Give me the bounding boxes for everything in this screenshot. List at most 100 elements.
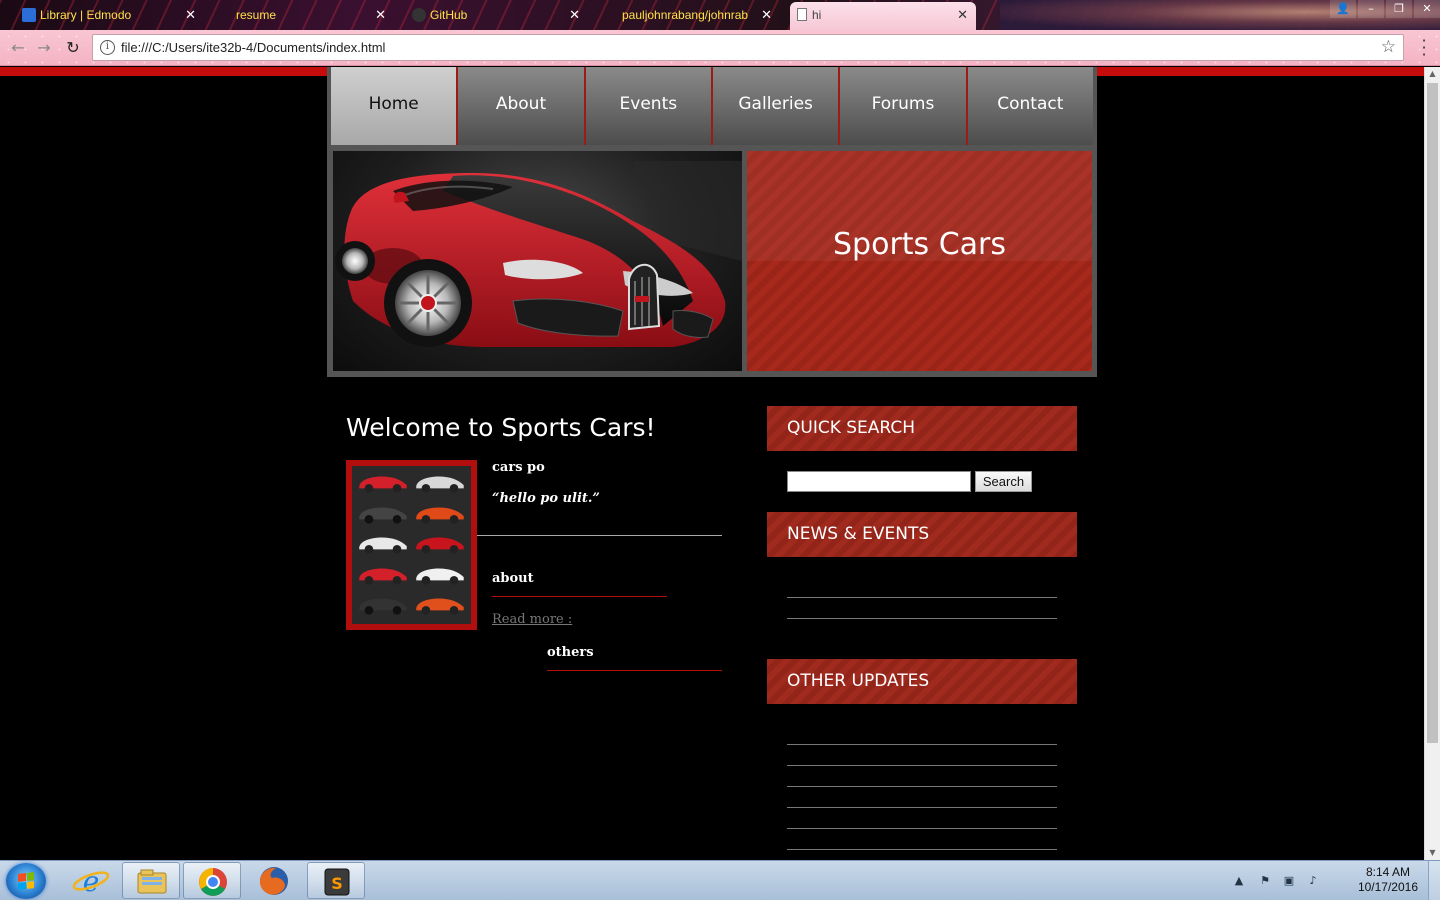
tab-github-repo[interactable]: pauljohnrabang/johnrab ✕ (600, 2, 780, 30)
show-desktop-button[interactable] (1428, 861, 1440, 900)
banner-car-image (333, 151, 742, 371)
page-favicon-icon (797, 8, 807, 21)
internet-explorer-icon[interactable]: e (62, 862, 120, 899)
web-page: Home About Events Galleries Forums Conta… (0, 67, 1424, 860)
browser-menu-icon[interactable]: · · · (1420, 33, 1428, 63)
close-window-icon[interactable]: ✕ (1414, 0, 1440, 18)
scroll-up-arrow-icon[interactable]: ▲ (1425, 67, 1440, 81)
search-input[interactable] (787, 471, 971, 492)
car-thumbnail (359, 476, 407, 493)
tab-resume[interactable]: resume ✕ (214, 2, 394, 30)
banner-title-panel: Sports Cars (747, 151, 1092, 371)
car-thumbnail (359, 568, 407, 585)
main-nav: Home About Events Galleries Forums Conta… (327, 67, 1097, 147)
windows-logo-icon (18, 872, 34, 890)
github-favicon-icon (412, 8, 426, 22)
updates-divider (787, 849, 1057, 850)
tab-title: resume (236, 8, 277, 22)
tab-title: GitHub (430, 8, 468, 22)
close-tab-icon[interactable]: ✕ (185, 2, 196, 28)
other-updates-heading: OTHER UPDATES (767, 659, 1077, 704)
tab-title: hi (812, 8, 822, 22)
post-thumbnail (346, 460, 477, 630)
user-icon[interactable]: 👤 (1330, 0, 1356, 18)
nav-galleries[interactable]: Galleries (712, 67, 841, 145)
close-tab-icon[interactable]: ✕ (761, 2, 772, 28)
welcome-heading: Welcome to Sports Cars! (346, 413, 656, 442)
start-button[interactable] (6, 863, 46, 899)
updates-divider (787, 786, 1057, 787)
forward-arrow-icon[interactable]: → (34, 38, 54, 58)
browser-tab-strip: Library | Edmodo ✕ resume ✕ GitHub ✕ pau… (0, 0, 1440, 30)
file-explorer-icon[interactable] (122, 862, 180, 899)
updates-divider (787, 765, 1057, 766)
post-title: cars po (492, 460, 545, 475)
firefox-icon[interactable] (245, 862, 303, 899)
car-collage (352, 466, 471, 624)
close-tab-icon[interactable]: ✕ (957, 2, 968, 28)
edmodo-favicon-icon (22, 8, 36, 22)
sublime-text-icon[interactable]: S (307, 862, 365, 899)
tab-title: pauljohnrabang/johnrab (622, 8, 749, 22)
nav-home[interactable]: Home (331, 67, 459, 145)
reload-icon[interactable]: ↻ (63, 38, 83, 58)
action-center-flag-icon[interactable]: ⚑ (1258, 874, 1272, 888)
tab-edmodo[interactable]: Library | Edmodo ✕ (18, 2, 204, 30)
tab-hi[interactable]: hi ✕ (790, 2, 976, 30)
banner-title: Sports Cars (833, 227, 1006, 262)
close-tab-icon[interactable]: ✕ (569, 2, 580, 28)
chrome-icon[interactable] (183, 862, 241, 899)
restore-icon[interactable]: ❐ (1386, 0, 1412, 18)
minimize-icon[interactable]: – (1358, 0, 1384, 18)
network-icon[interactable]: ▣ (1282, 874, 1296, 888)
updates-divider (787, 744, 1057, 745)
car-thumbnail (416, 598, 464, 616)
show-hidden-icons-icon[interactable]: ▲ (1232, 874, 1246, 888)
nav-about[interactable]: About (458, 67, 586, 145)
car-thumbnail (359, 537, 407, 554)
car-thumbnail (359, 507, 407, 524)
bookmark-star-icon[interactable]: ☆ (1381, 37, 1396, 57)
updates-divider (787, 828, 1057, 829)
post-quote: “hello po ulit.” (492, 491, 600, 506)
news-events-heading: NEWS & EVENTS (767, 512, 1077, 557)
car-thumbnail (416, 537, 464, 554)
scrollbar-thumb[interactable] (1427, 83, 1438, 743)
updates-divider (787, 807, 1057, 808)
browser-toolbar: ← → ↻ i file:///C:/Users/ite32b-4/Docume… (0, 30, 1440, 66)
nav-contact[interactable]: Contact (967, 67, 1093, 145)
car-thumbnail (416, 568, 464, 585)
taskbar-clock[interactable]: 8:14 AM 10/17/2016 (1358, 865, 1418, 895)
news-divider (787, 618, 1057, 619)
car-thumbnail (359, 598, 407, 616)
nav-events[interactable]: Events (585, 67, 713, 145)
read-more-link[interactable]: Read more : (492, 612, 572, 627)
info-icon[interactable]: i (100, 40, 115, 55)
post-divider (477, 535, 722, 536)
car-thumbnail (416, 507, 464, 524)
nav-forums[interactable]: Forums (840, 67, 968, 145)
volume-muted-icon[interactable]: ♪ (1306, 874, 1320, 888)
news-divider (787, 597, 1057, 598)
address-bar[interactable]: i file:///C:/Users/ite32b-4/Documents/in… (92, 34, 1404, 61)
banner: Sports Cars (327, 147, 1097, 377)
others-heading: others (547, 645, 594, 660)
close-tab-icon[interactable]: ✕ (375, 2, 386, 28)
search-button[interactable]: Search (975, 471, 1032, 492)
back-arrow-icon[interactable]: ← (8, 38, 28, 58)
address-url[interactable]: file:///C:/Users/ite32b-4/Documents/inde… (121, 40, 385, 55)
clock-time: 8:14 AM (1365, 865, 1410, 879)
others-underline (547, 670, 722, 671)
quick-search-heading: QUICK SEARCH (767, 406, 1077, 451)
tab-github[interactable]: GitHub ✕ (408, 2, 588, 30)
svg-text:e: e (83, 865, 100, 898)
svg-text:S: S (331, 874, 343, 893)
windows-taskbar: e S ▲ ⚑ ▣ ♪ 8:14 AM 10/17/2016 (0, 860, 1440, 900)
tab-title: Library | Edmodo (40, 8, 132, 22)
page-scrollbar[interactable]: ▲ ▼ (1424, 67, 1440, 860)
about-underline (492, 596, 667, 597)
about-heading: about (492, 571, 534, 586)
car-thumbnail (416, 476, 464, 493)
clock-date: 10/17/2016 (1357, 880, 1418, 894)
scroll-down-arrow-icon[interactable]: ▼ (1425, 846, 1440, 860)
